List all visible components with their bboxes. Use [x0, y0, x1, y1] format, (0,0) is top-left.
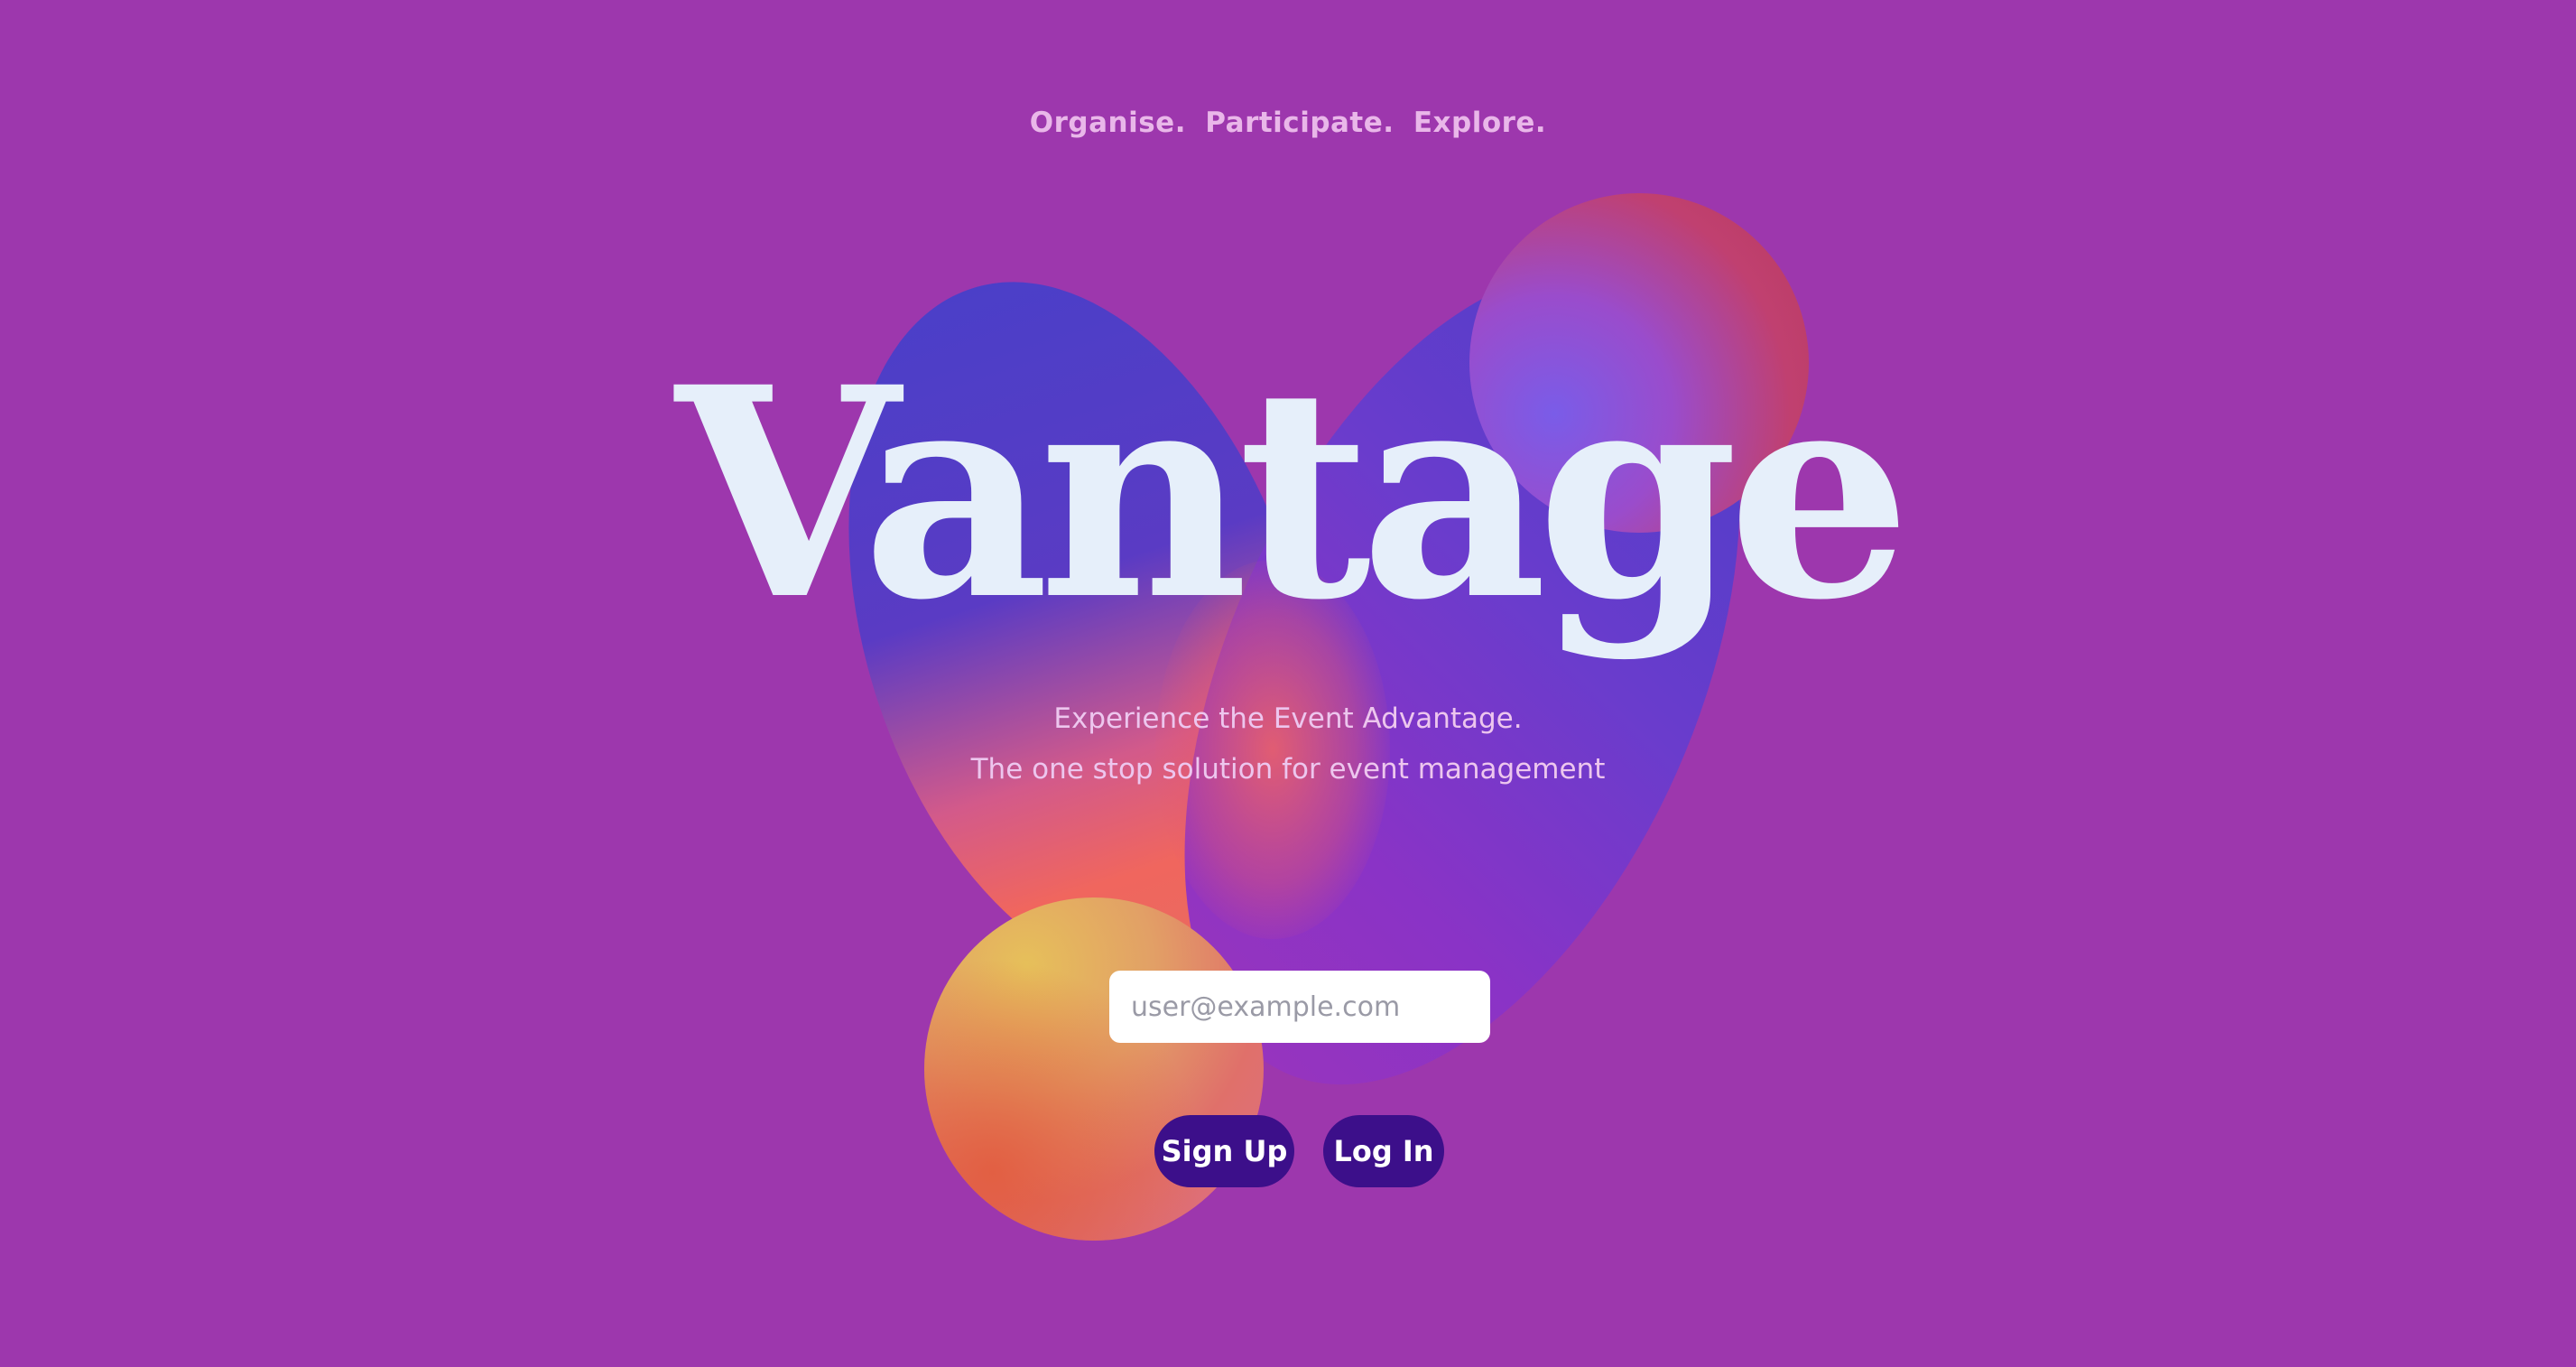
decorative-sphere-bottom: [924, 897, 1264, 1241]
tagline: Organise. Participate. Explore.: [1029, 107, 1547, 139]
subtitle-line-1: Experience the Event Advantage.: [1053, 702, 1523, 735]
email-input[interactable]: [1109, 971, 1490, 1043]
sign-up-button[interactable]: Sign Up: [1154, 1115, 1294, 1187]
log-in-button[interactable]: Log In: [1323, 1115, 1444, 1187]
landing-page: Organise. Participate. Explore. Vantage …: [0, 0, 2576, 1367]
subtitle-line-2: The one stop solution for event manageme…: [970, 753, 1606, 786]
brand-title: Vantage: [675, 325, 1911, 664]
